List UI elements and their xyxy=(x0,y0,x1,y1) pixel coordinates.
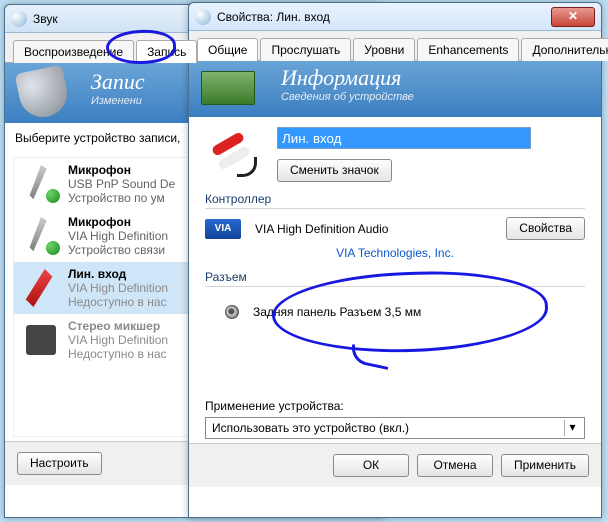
check-badge-icon xyxy=(44,187,62,205)
device-status: Устройство по ум xyxy=(68,191,175,205)
info-subtitle: Сведения об устройстве xyxy=(281,91,587,103)
jack-label: Разъем xyxy=(205,270,585,284)
tab-general[interactable]: Общие xyxy=(197,38,258,61)
divider xyxy=(205,286,585,287)
controller-properties-button[interactable]: Свойства xyxy=(506,217,585,240)
properties-window: Свойства: Лин. вход ✕ Общие Прослушать У… xyxy=(188,2,602,518)
prop-bottom-bar: ОК Отмена Применить xyxy=(189,443,601,487)
controller-vendor-link[interactable]: VIA Technologies, Inc. xyxy=(205,246,585,260)
prop-body: Сменить значок Контроллер VIA VIA High D… xyxy=(189,117,601,443)
microphone-icon xyxy=(22,217,60,255)
controller-name: VIA High Definition Audio xyxy=(255,222,506,236)
rca-large-icon xyxy=(205,131,261,179)
apply-button[interactable]: Применить xyxy=(501,454,589,477)
prop-window-title: Свойства: Лин. вход xyxy=(217,10,551,24)
info-banner: Информация Сведения об устройстве xyxy=(189,61,601,117)
tab-record[interactable]: Запись xyxy=(136,40,197,63)
usage-label: Применение устройства: xyxy=(205,399,585,413)
device-name: Микрофон xyxy=(68,163,175,177)
ok-button[interactable]: ОК xyxy=(333,454,409,477)
device-name-input[interactable] xyxy=(277,127,531,149)
divider xyxy=(205,208,585,209)
cancel-button[interactable]: Отмена xyxy=(417,454,493,477)
device-name: Лин. вход xyxy=(68,267,168,281)
device-desc: VIA High Definition xyxy=(68,281,168,295)
speaker-icon xyxy=(11,11,27,27)
tab-enhancements[interactable]: Enhancements xyxy=(417,38,519,61)
device-name: Микрофон xyxy=(68,215,168,229)
rca-icon xyxy=(22,269,60,307)
device-status: Недоступно в нас xyxy=(68,347,168,361)
tab-listen[interactable]: Прослушать xyxy=(260,38,351,61)
chevron-down-icon: ▾ xyxy=(564,420,580,436)
microphone-icon xyxy=(22,165,60,203)
device-status: Устройство связи xyxy=(68,243,168,257)
device-desc: VIA High Definition xyxy=(68,229,168,243)
change-icon-button[interactable]: Сменить значок xyxy=(277,159,392,182)
tab-playback[interactable]: Воспроизведение xyxy=(13,40,134,63)
controller-label: Контроллер xyxy=(205,192,585,206)
device-desc: USB PnP Sound De xyxy=(68,177,175,191)
device-name: Стерео микшер xyxy=(68,319,168,333)
close-button[interactable]: ✕ xyxy=(551,7,595,27)
speaker-icon xyxy=(195,9,211,25)
jack-dot-icon xyxy=(225,305,239,319)
prop-titlebar[interactable]: Свойства: Лин. вход ✕ xyxy=(189,3,601,31)
microphone-large-icon xyxy=(15,65,72,122)
tab-advanced[interactable]: Дополнительно xyxy=(521,38,608,61)
tab-levels[interactable]: Уровни xyxy=(353,38,415,61)
device-status: Недоступно в нас xyxy=(68,295,168,309)
via-logo-icon: VIA xyxy=(205,219,241,239)
prop-tabs: Общие Прослушать Уровни Enhancements Доп… xyxy=(189,31,601,61)
info-title: Информация xyxy=(281,65,587,91)
usage-value: Использовать это устройство (вкл.) xyxy=(212,421,409,435)
check-badge-icon xyxy=(44,239,62,257)
configure-button[interactable]: Настроить xyxy=(17,452,102,475)
jack-text: Задняя панель Разъем 3,5 мм xyxy=(253,305,421,319)
mixer-icon xyxy=(22,321,60,359)
jack-row: Задняя панель Разъем 3,5 мм xyxy=(205,295,585,329)
soundcard-icon xyxy=(201,71,255,105)
device-usage-select[interactable]: Использовать это устройство (вкл.) ▾ xyxy=(205,417,585,439)
device-desc: VIA High Definition xyxy=(68,333,168,347)
